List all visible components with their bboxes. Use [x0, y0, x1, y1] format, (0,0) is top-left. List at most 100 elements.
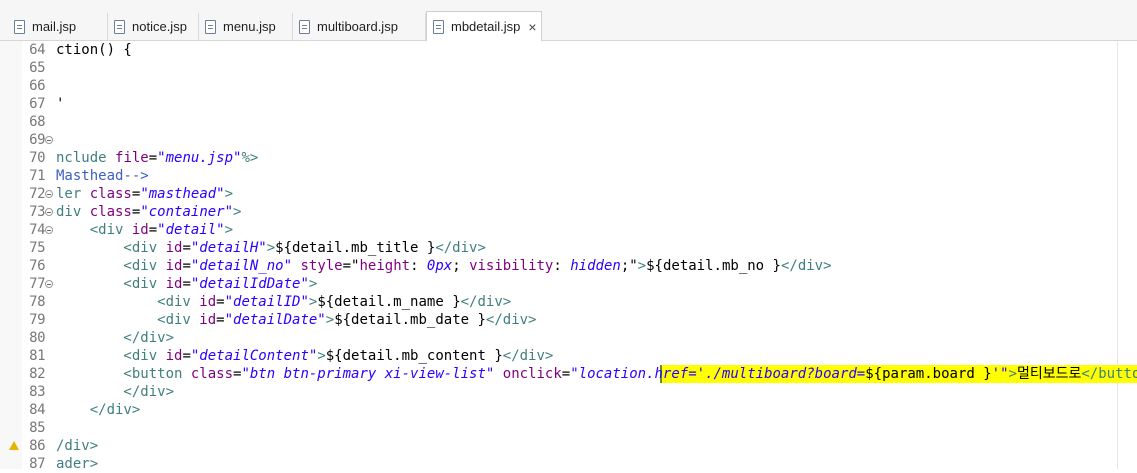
line-number: 77 — [29, 276, 45, 292]
code-line[interactable]: 64 ction() { — [0, 41, 1117, 59]
code-token: <div — [56, 240, 166, 256]
line-number: 65 — [29, 60, 45, 76]
line-number: 82 — [29, 366, 45, 382]
code-line[interactable]: 66 — [0, 77, 1117, 95]
code-line[interactable]: 73 div class="container"> — [0, 203, 1117, 221]
code-token: "masthead" — [140, 186, 225, 202]
code-token: </div> — [435, 240, 486, 256]
code-token: height — [359, 258, 411, 274]
code-line[interactable]: 86/div> — [0, 437, 1117, 455]
code-text: ction() { — [56, 41, 132, 59]
code-token: class — [89, 204, 132, 220]
line-number: 83 — [29, 384, 45, 400]
code-token: = — [182, 240, 191, 256]
jsp-file-icon — [14, 19, 25, 34]
code-editor[interactable]: 64 ction() {65 66 67 ' 68 69 70 nclude file="men… — [0, 41, 1137, 472]
code-line[interactable]: 74 <div id="detail"> — [0, 221, 1117, 239]
code-token: ; — [452, 258, 470, 274]
code-token: "container" — [140, 204, 234, 220]
tab-menu[interactable]: menu.jsp — [199, 13, 293, 40]
fold-toggle-icon[interactable] — [45, 208, 53, 216]
code-token: > — [224, 222, 234, 238]
code-token: "detailH" — [190, 240, 267, 256]
code-line[interactable]: 65 — [0, 59, 1117, 77]
code-line[interactable]: 68 — [0, 113, 1117, 131]
code-line[interactable]: 83 </div> — [0, 383, 1117, 401]
code-line[interactable]: 77 <div id="detailIdDate"> — [0, 275, 1117, 293]
code-token: "detailN_no" — [190, 258, 293, 274]
code-token: > — [308, 276, 318, 292]
code-line[interactable]: 80 </div> — [0, 329, 1117, 347]
tab-multiboard[interactable]: multiboard.jsp — [293, 13, 426, 40]
code-token: 멀티보드로 — [1016, 366, 1082, 382]
code-token: </div> — [460, 294, 512, 310]
line-number: 68 — [29, 114, 45, 130]
code-text: <div id="detailN_no" style="height: 0px;… — [56, 257, 831, 275]
fold-toggle-icon[interactable] — [45, 280, 53, 288]
code-text: ader> — [56, 455, 98, 473]
code-text: </div> — [56, 329, 174, 347]
code-line[interactable]: 79 <div id="detailDate">${detail.mb_date… — [0, 311, 1117, 329]
code-line[interactable]: 71 Masthead--> — [0, 167, 1117, 185]
line-number: 79 — [29, 312, 45, 328]
line-number: 70 — [29, 150, 45, 166]
code-line[interactable]: 81 <div id="detailContent">${detail.mb_c… — [0, 347, 1117, 365]
close-tab-icon[interactable]: × — [528, 20, 536, 34]
code-token: "detailContent" — [190, 348, 318, 364]
code-token: "detail" — [157, 222, 225, 238]
code-token: > — [233, 204, 242, 220]
code-token: style — [300, 258, 343, 274]
code-token: nclude — [56, 150, 116, 166]
fold-toggle-icon[interactable] — [45, 190, 53, 198]
code-line[interactable]: 70 nclude file="menu.jsp"%> — [0, 149, 1117, 167]
code-line[interactable]: 67 ' — [0, 95, 1117, 113]
jsp-file-icon — [205, 19, 216, 34]
code-token: </div> — [56, 330, 175, 346]
code-token: id — [165, 258, 183, 274]
code-token: > — [317, 348, 326, 364]
code-token: <div — [56, 258, 166, 274]
editor-overview-ruler — [1117, 41, 1137, 469]
warning-icon[interactable] — [9, 441, 19, 450]
code-line[interactable]: 78 <div id="detailID">${detail.m_name }<… — [0, 293, 1117, 311]
tab-mbdetail[interactable]: mbdetail.jsp × — [426, 11, 542, 41]
code-line[interactable]: 85 — [0, 419, 1117, 437]
code-token: : — [553, 258, 571, 274]
fold-toggle-icon[interactable] — [45, 226, 53, 234]
line-number: 81 — [29, 348, 45, 364]
code-token: ader> — [56, 456, 99, 472]
fold-toggle-icon[interactable] — [45, 136, 53, 144]
code-token: ${detail.mb_title } — [275, 240, 436, 256]
code-line[interactable]: 69 — [0, 131, 1117, 149]
line-number: 84 — [29, 402, 45, 418]
code-text: div class="container"> — [56, 203, 241, 221]
code-token: </div> — [485, 312, 537, 328]
code-token: "btn btn-primary xi-view-list" — [241, 366, 495, 382]
tab-label: mail.jsp — [32, 19, 77, 34]
code-text: </div> — [56, 383, 174, 401]
code-token: : — [410, 258, 427, 274]
code-line[interactable]: 84 </div> — [0, 401, 1117, 419]
code-line[interactable]: 76 <div id="detailN_no" style="height: 0… — [0, 257, 1117, 275]
editor-tab-bar: mail.jsp notice.jsp menu.jsp multiboard.jsp… — [0, 0, 1137, 41]
code-token: = — [216, 294, 225, 310]
code-token: ${detail.mb_content } — [325, 348, 503, 364]
code-line[interactable]: 75 <div id="detailH">${detail.mb_title }… — [0, 239, 1117, 257]
code-text: ler class="masthead"> — [56, 185, 233, 203]
code-text: <div id="detailDate">${detail.mb_date }<… — [56, 311, 536, 329]
code-line[interactable]: 72 ler class="masthead"> — [0, 185, 1117, 203]
tab-mail[interactable]: mail.jsp — [8, 13, 108, 40]
jsp-file-icon — [433, 19, 444, 34]
code-token: class — [190, 366, 234, 382]
code-line[interactable]: 82 <button class = "btn btn-primary xi-vie… — [0, 365, 1137, 383]
tab-notice[interactable]: notice.jsp — [108, 13, 199, 40]
tab-label: mbdetail.jsp — [451, 19, 521, 34]
line-number: 73 — [29, 204, 45, 220]
code-line[interactable]: 87 ader> — [0, 455, 1117, 473]
code-token: </div> — [56, 384, 175, 400]
line-number: 85 — [29, 420, 45, 436]
code-text: /div> — [56, 437, 98, 455]
code-token: > — [637, 258, 647, 274]
code-token: ' — [56, 96, 65, 112]
code-token: ${detail.mb_no } — [646, 258, 781, 274]
